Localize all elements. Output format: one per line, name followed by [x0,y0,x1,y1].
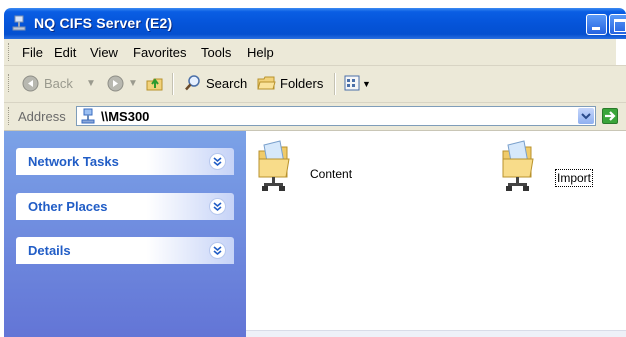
network-tasks-title: Network Tasks [28,154,119,169]
search-icon[interactable] [184,74,202,92]
address-dropdown-button[interactable] [578,108,594,124]
other-places-title: Other Places [28,199,108,214]
expand-chevron-icon[interactable] [209,242,226,259]
folders-button[interactable]: Folders [280,76,323,91]
address-bar: Address \\MS300 [4,103,626,131]
chevron-down-icon [581,113,591,120]
forward-dropdown-icon[interactable]: ▼ [128,78,138,89]
shared-folder-import[interactable]: Import [500,139,620,199]
network-drive-icon [81,108,95,124]
task-pane: Network Tasks Other Places Details [4,131,246,337]
address-value: \\MS300 [101,109,150,124]
menu-bar: File Edit View Favorites Tools Help [4,39,626,66]
network-tasks-header[interactable]: Network Tasks [16,148,234,175]
forward-arrow-icon[interactable] [107,75,124,92]
back-dropdown-icon[interactable]: ▼ [86,78,96,89]
menu-edit[interactable]: Edit [54,45,76,60]
menu-favorites[interactable]: Favorites [133,45,186,60]
shared-folder-label: Import [554,169,594,187]
addressbar-grip[interactable] [8,107,11,125]
shared-folder-icon [502,140,534,191]
menu-help[interactable]: Help [247,45,274,60]
back-button[interactable]: Back [44,76,73,91]
up-folder-icon[interactable] [146,74,164,92]
horizontal-scrollbar[interactable] [246,330,626,337]
standard-toolbar: Back ▼ ▼ Search Folders ▼ [4,66,626,103]
title-bar[interactable]: NQ CIFS Server (E2) [4,8,626,39]
network-drive-icon [12,15,26,31]
menu-view[interactable]: View [90,45,118,60]
menubar-grip[interactable] [8,43,11,61]
search-button[interactable]: Search [206,76,247,91]
toolbar-separator [172,73,174,95]
address-input[interactable]: \\MS300 [76,106,596,126]
expand-chevron-icon[interactable] [209,198,226,215]
menu-file[interactable]: File [22,45,43,60]
menu-tools[interactable]: Tools [201,45,231,60]
file-list: Content Import [246,131,626,337]
folders-icon[interactable] [257,75,276,91]
views-icon[interactable] [344,75,360,91]
windows-logo [616,39,626,65]
details-title: Details [28,243,71,258]
shared-folder-icon [258,140,290,191]
details-header[interactable]: Details [16,237,234,264]
go-button[interactable] [602,108,618,124]
expand-chevron-icon[interactable] [209,153,226,170]
shared-folder-content[interactable]: Content [256,139,376,199]
window-title: NQ CIFS Server (E2) [34,15,173,31]
minimize-button[interactable] [586,14,607,35]
explorer-window: NQ CIFS Server (E2) File Edit View Favor… [0,0,626,337]
back-arrow-icon[interactable] [22,75,39,92]
address-label: Address [18,109,66,124]
other-places-header[interactable]: Other Places [16,193,234,220]
toolbar-separator [334,73,336,95]
views-dropdown-icon[interactable]: ▼ [362,79,371,89]
go-arrow-icon [605,111,616,121]
shared-folder-label: Content [310,167,353,181]
maximize-button[interactable] [609,14,626,35]
toolbar-grip[interactable] [8,74,11,92]
